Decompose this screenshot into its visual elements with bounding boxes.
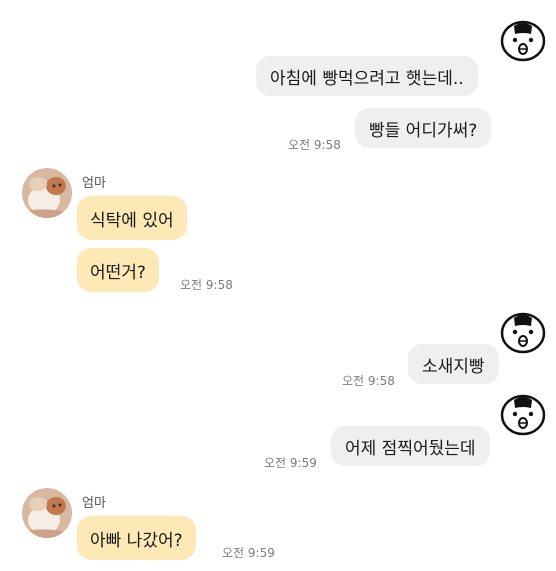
message-bubble-me[interactable]: 빵들 어디가써? [355,108,492,148]
mom-avatar[interactable] [22,488,72,538]
message-text: 빵들 어디가써? [369,120,478,141]
message-bubble-me[interactable]: 어제 점찍어뒀는데 [331,426,490,466]
timestamp: 오전 9:58 [342,374,395,388]
message-text: 어제 점찍어뒀는데 [345,438,476,459]
my-avatar-icon[interactable] [500,392,546,436]
message-bubble-mom[interactable]: 식탁에 있어 [77,196,187,240]
sender-name: 엄마 [82,176,106,191]
timestamp: 오전 9:59 [264,456,317,470]
message-bubble-mom[interactable]: 어떤거? [77,248,159,292]
message-bubble-me[interactable]: 아침에 빵먹으려고 햇는데.. [256,56,478,96]
my-avatar-icon[interactable] [500,18,546,62]
timestamp: 오전 9:58 [180,278,233,292]
chat-screen: { "chat": { "messages": [ {"sender": "me… [0,0,556,571]
message-text: 소새지빵 [422,356,485,377]
message-text: 아침에 빵먹으려고 햇는데.. [270,68,464,89]
mom-avatar[interactable] [22,168,72,218]
message-text: 아빠 나갔어? [90,530,183,551]
timestamp: 오전 9:59 [222,546,275,560]
timestamp: 오전 9:58 [288,138,341,152]
sender-name: 엄마 [82,496,106,511]
message-bubble-mom[interactable]: 아빠 나갔어? [77,516,196,560]
message-text: 어떤거? [90,262,146,283]
my-avatar-icon[interactable] [500,310,546,354]
message-text: 식탁에 있어 [90,210,174,231]
message-bubble-me[interactable]: 소새지빵 [408,344,499,384]
